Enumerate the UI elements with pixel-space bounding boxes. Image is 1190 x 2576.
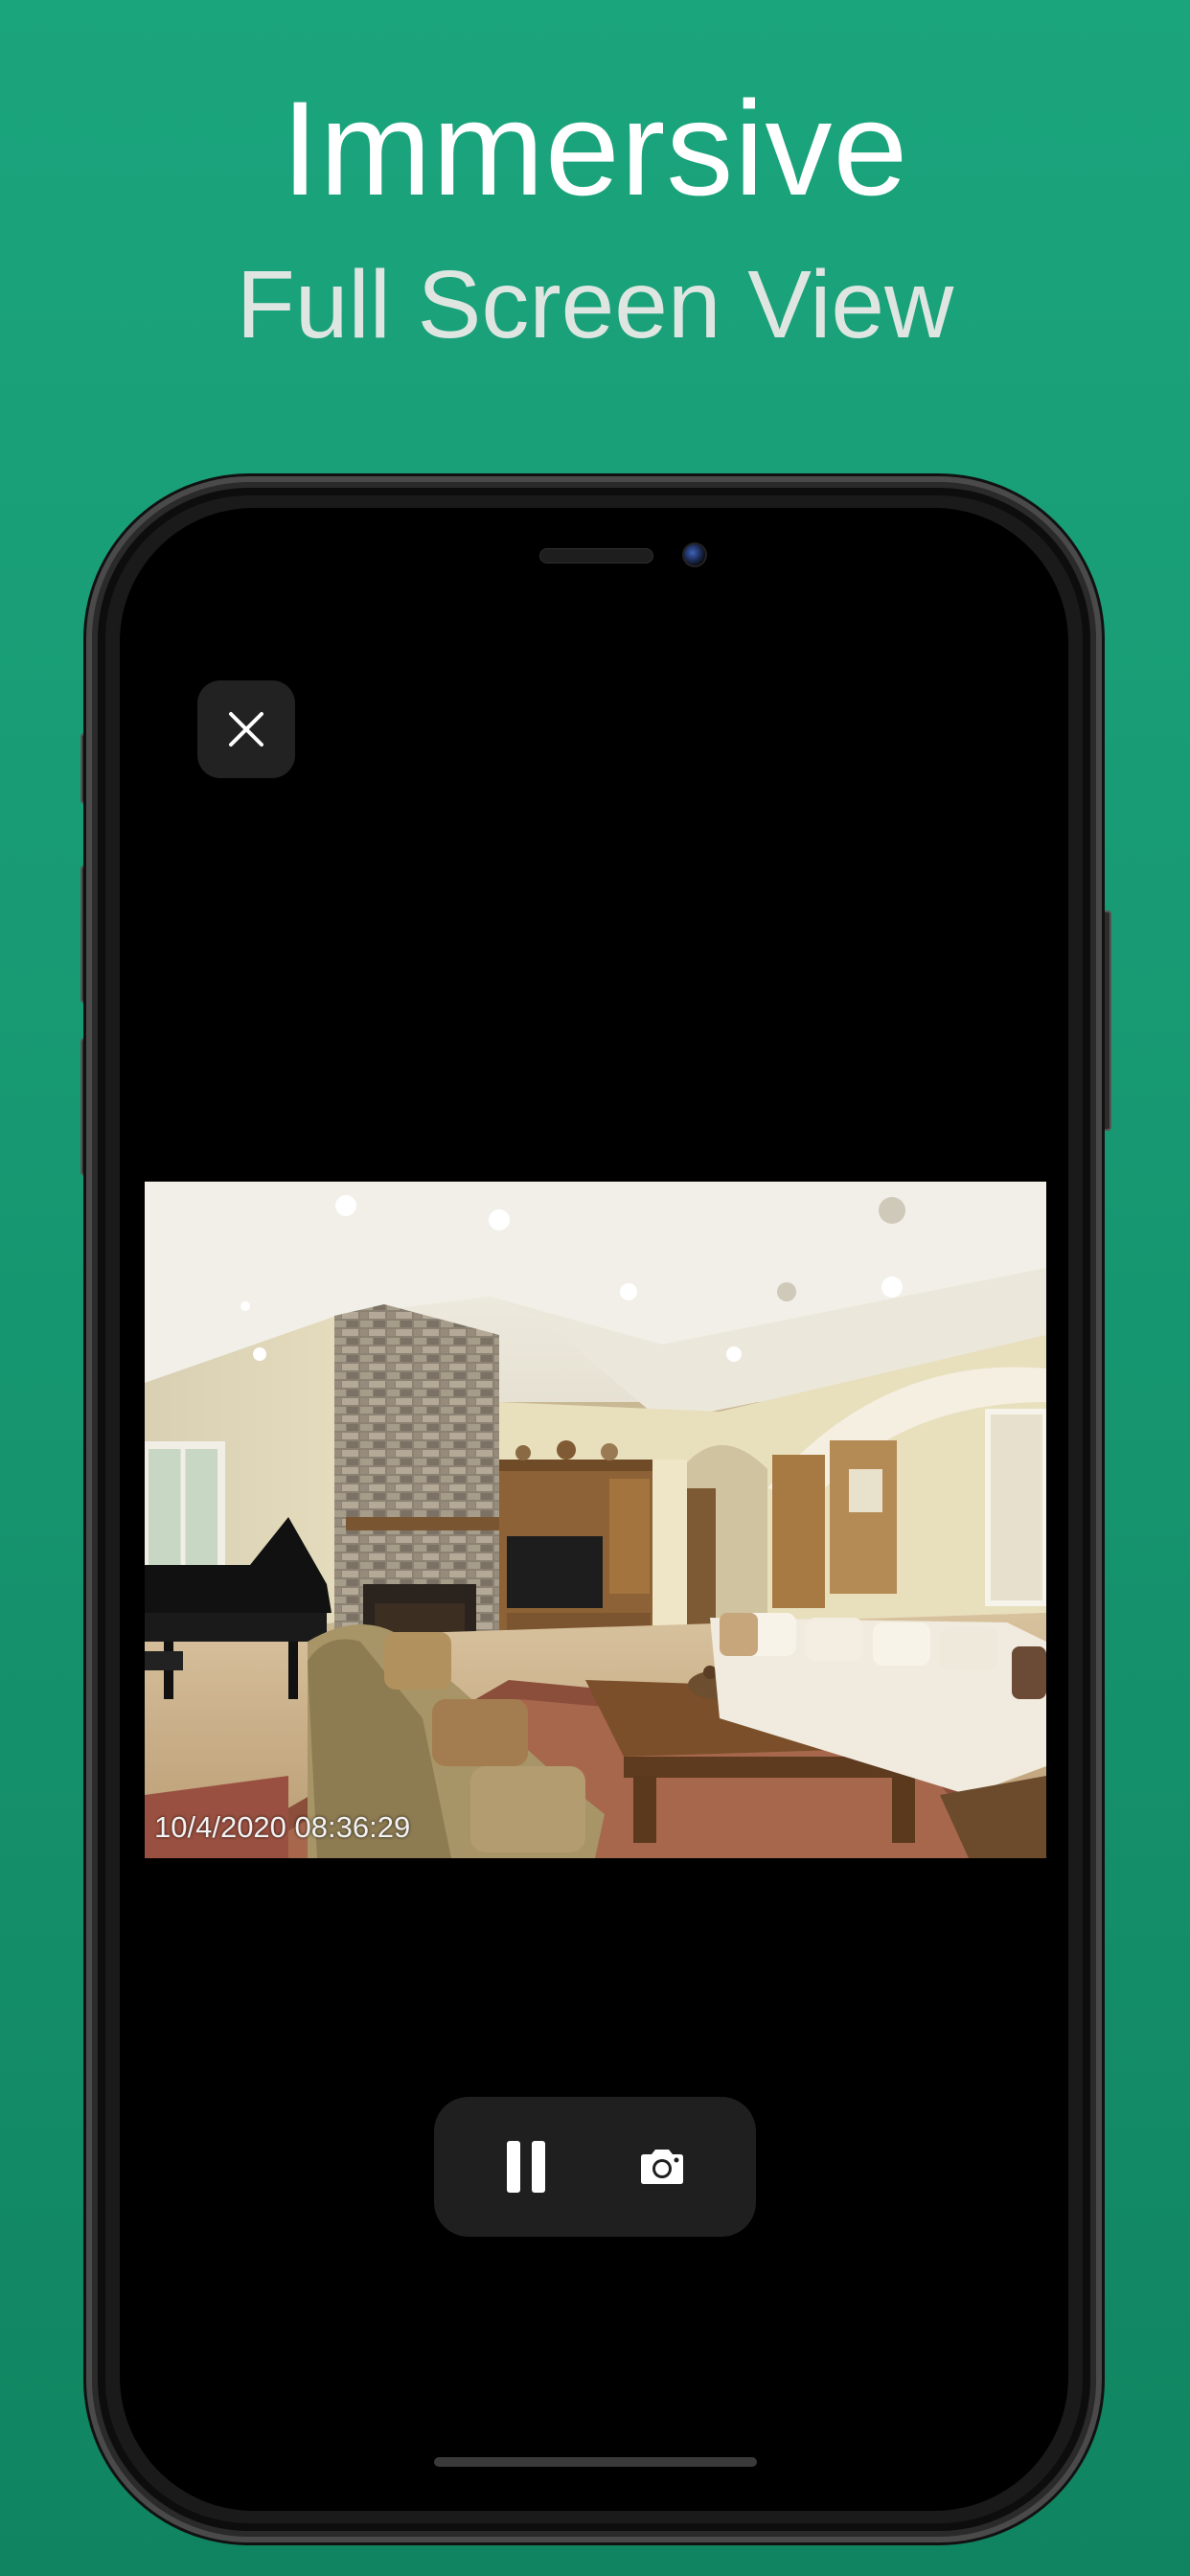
close-button[interactable] [197,680,295,778]
close-icon [229,712,263,747]
phone-speaker [539,548,653,564]
subheadline: Full Screen View [236,251,954,358]
camera-feed: 10/4/2020 08:36:29 [145,1182,1046,1858]
home-indicator[interactable] [434,2457,757,2467]
pause-icon [507,2141,545,2193]
front-camera [682,542,707,567]
playback-controls [434,2097,756,2237]
living-room-image [145,1182,1046,1858]
headline: Immersive [281,73,909,223]
pause-button[interactable] [490,2130,562,2203]
snapshot-button[interactable] [626,2130,698,2203]
feed-timestamp: 10/4/2020 08:36:29 [154,1810,411,1844]
camera-icon [641,2150,683,2184]
